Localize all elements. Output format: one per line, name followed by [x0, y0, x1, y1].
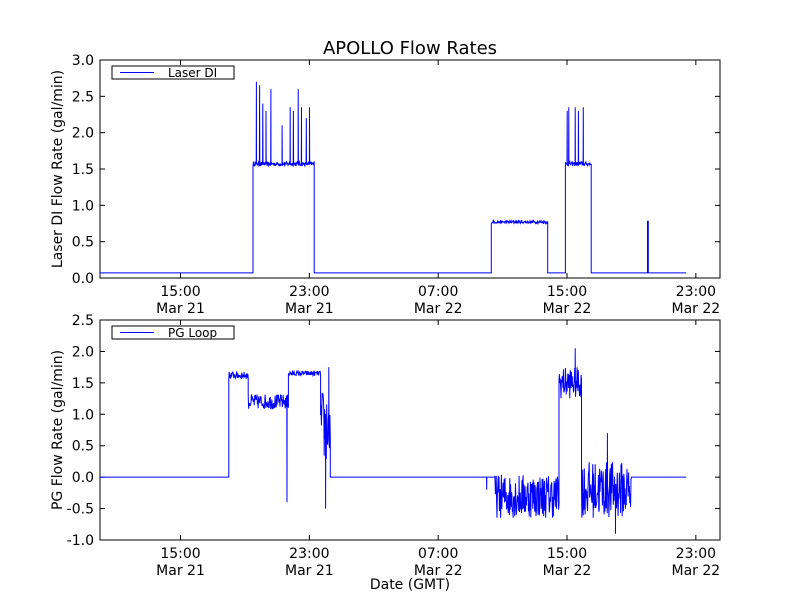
y-tick-label: 2.0: [72, 126, 94, 142]
y-tick-label: 0.0: [72, 470, 94, 486]
y-tick-label: 1.5: [72, 162, 94, 178]
y-tick-label: 1.5: [72, 376, 94, 392]
y-tick-label: 0.5: [72, 235, 94, 251]
x-tick-label-date: Mar 21: [156, 563, 205, 579]
y-tick-label: -0.5: [67, 502, 94, 518]
figure-background: [0, 0, 800, 600]
x-tick-label-time: 15:00: [547, 284, 587, 300]
y-tick-label: 2.5: [72, 89, 94, 105]
legend-label: PG Loop: [168, 326, 217, 340]
figure-title: APOLLO Flow Rates: [323, 38, 497, 59]
x-tick-label-date: Mar 22: [672, 301, 721, 317]
x-tick-label-date: Mar 22: [543, 301, 592, 317]
x-axis-label: Date (GMT): [370, 577, 450, 593]
x-tick-label-time: 07:00: [418, 284, 458, 300]
y-tick-label: 0.0: [72, 271, 94, 287]
x-tick-label-date: Mar 22: [672, 563, 721, 579]
y-axis-label: Laser DI Flow Rate (gal/min): [50, 70, 66, 268]
y-tick-label: 2.5: [72, 313, 94, 329]
y-axis-label: PG Flow Rate (gal/min): [50, 350, 66, 510]
y-tick-label: 1.0: [72, 198, 94, 214]
y-tick-label: -1.0: [67, 533, 94, 549]
x-tick-label-time: 23:00: [676, 546, 716, 562]
x-tick-label-date: Mar 22: [543, 563, 592, 579]
x-tick-label-date: Mar 21: [285, 563, 334, 579]
x-tick-label-date: Mar 22: [414, 301, 463, 317]
x-tick-label-time: 15:00: [160, 546, 200, 562]
x-tick-label-date: Mar 21: [156, 301, 205, 317]
y-tick-label: 3.0: [72, 53, 94, 69]
y-tick-label: 0.5: [72, 439, 94, 455]
figure: APOLLO Flow Rates 0.0 0.5 1.0 1.5 2.0 2.5 3.0 1…: [0, 0, 800, 600]
x-tick-label-time: 15:00: [160, 284, 200, 300]
legend-label: Laser DI: [168, 66, 217, 80]
x-tick-label-time: 23:00: [676, 284, 716, 300]
x-tick-label-date: Mar 21: [285, 301, 334, 317]
x-tick-label-time: 23:00: [289, 546, 329, 562]
y-tick-label: 2.0: [72, 344, 94, 360]
x-tick-label-time: 23:00: [289, 284, 329, 300]
x-tick-label-time: 15:00: [547, 546, 587, 562]
y-tick-label: 1.0: [72, 407, 94, 423]
x-tick-label-time: 07:00: [418, 546, 458, 562]
